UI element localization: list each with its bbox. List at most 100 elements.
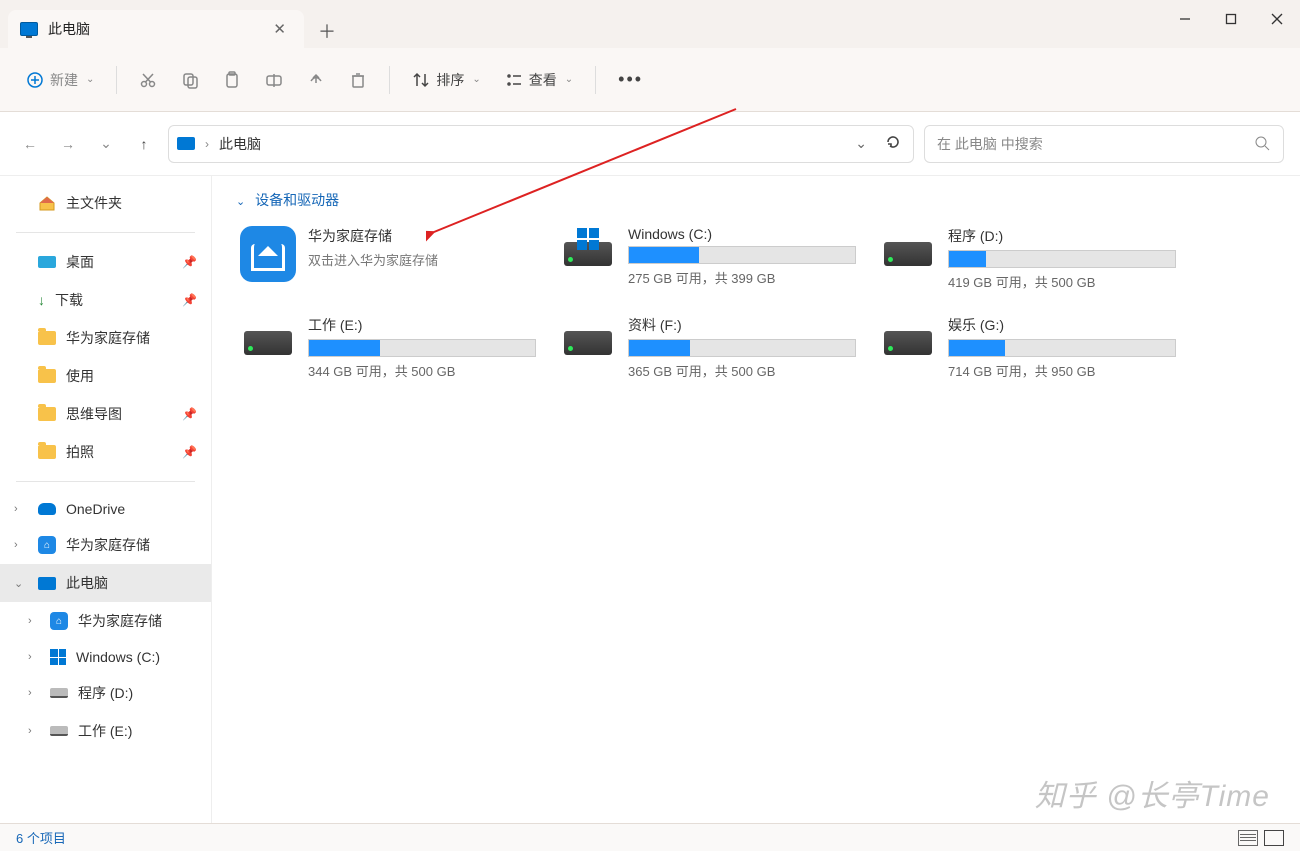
this-pc-icon: [177, 137, 195, 150]
sidebar-item-quick[interactable]: 思维导图 📌: [0, 395, 211, 433]
home-icon: [38, 195, 56, 211]
drive-space-text: 419 GB 可用，共 500 GB: [948, 272, 1176, 291]
up-button[interactable]: ↑: [130, 130, 158, 158]
chevron-down-icon: ⌄: [565, 74, 573, 85]
drive-name: 娱乐 (G:): [948, 315, 1176, 335]
sidebar-item-quick[interactable]: ↓下载📌: [0, 281, 211, 319]
close-window-button[interactable]: [1254, 0, 1300, 38]
view-details-button[interactable]: [1238, 830, 1258, 846]
main-area: 主文件夹 桌面📌↓下载📌华为家庭存储使用思维导图📌拍照📌 ›OneDrive›⌂…: [0, 176, 1300, 823]
sidebar-item-quick[interactable]: 使用: [0, 357, 211, 395]
drive-item[interactable]: Windows (C:)275 GB 可用，共 399 GB: [556, 222, 876, 295]
sidebar-item-home[interactable]: 主文件夹: [0, 184, 211, 222]
back-button[interactable]: ←: [16, 130, 44, 158]
huawei-storage-icon: ⌂: [38, 536, 56, 554]
sidebar-item-quick[interactable]: 桌面📌: [0, 243, 211, 281]
breadcrumb-this-pc[interactable]: 此电脑: [219, 134, 261, 154]
drive-item[interactable]: 娱乐 (G:)714 GB 可用，共 950 GB: [876, 311, 1196, 384]
chevron-down-icon[interactable]: ⌄: [14, 577, 23, 590]
sidebar-item-drive[interactable]: ›程序 (D:): [0, 674, 211, 712]
rename-button[interactable]: [255, 65, 293, 95]
sidebar-divider: [16, 481, 195, 482]
share-icon: [307, 71, 325, 89]
chevron-right-icon[interactable]: ›: [28, 687, 32, 699]
search-icon: [1254, 135, 1271, 152]
paste-button[interactable]: [213, 65, 251, 95]
drive-name: 程序 (D:): [948, 226, 1176, 246]
pin-icon: 📌: [182, 407, 197, 421]
view-icon: [505, 71, 523, 89]
sidebar-label: 下载: [55, 290, 83, 310]
sidebar-item-drive[interactable]: ›⌂华为家庭存储: [0, 602, 211, 640]
sidebar-item-quick[interactable]: 拍照📌: [0, 433, 211, 471]
drive-item[interactable]: 工作 (E:)344 GB 可用，共 500 GB: [236, 311, 556, 384]
tab-title: 此电脑: [48, 19, 257, 39]
drive-name: 华为家庭存储: [308, 226, 536, 246]
address-dropdown[interactable]: ⌄: [851, 131, 871, 156]
window-tab[interactable]: 此电脑 ✕: [8, 10, 304, 48]
drive-item[interactable]: 资料 (F:)365 GB 可用，共 500 GB: [556, 311, 876, 384]
refresh-button[interactable]: [881, 130, 905, 157]
sidebar-label: 华为家庭存储: [66, 535, 150, 555]
address-bar-row: ← → ⌄ ↑ › 此电脑 ⌄ 在 此电脑 中搜索: [0, 112, 1300, 176]
drive-usage-bar: [628, 339, 856, 357]
view-button[interactable]: 查看 ⌄: [495, 64, 583, 96]
drive-item-huawei[interactable]: 华为家庭存储双击进入华为家庭存储: [236, 222, 556, 295]
sidebar-item-drive[interactable]: ›Windows (C:): [0, 640, 211, 674]
drive-item[interactable]: 程序 (D:) 419 GB 可用，共 500 GB: [876, 222, 1196, 295]
sidebar-label: 华为家庭存储: [78, 611, 162, 631]
view-large-icons-button[interactable]: [1264, 830, 1284, 846]
this-pc-icon: [38, 577, 56, 590]
chevron-down-icon: ⌄: [86, 74, 94, 85]
new-label: 新建: [50, 70, 78, 90]
minimize-button[interactable]: [1162, 0, 1208, 38]
new-button[interactable]: 新建 ⌄: [16, 64, 104, 96]
drive-usage-bar: [628, 246, 856, 264]
section-header-devices[interactable]: ⌄ 设备和驱动器: [236, 190, 1276, 210]
chevron-right-icon[interactable]: ›: [14, 539, 18, 551]
section-header-label: 设备和驱动器: [255, 192, 339, 208]
chevron-right-icon[interactable]: ›: [28, 615, 32, 627]
disk-icon: [560, 226, 616, 282]
delete-button[interactable]: [339, 65, 377, 95]
sidebar-label: 桌面: [66, 252, 94, 272]
sidebar-item-cloud[interactable]: ›OneDrive: [0, 492, 211, 526]
chevron-down-icon: ⌄: [472, 74, 480, 85]
content-pane: ⌄ 设备和驱动器 华为家庭存储双击进入华为家庭存储Windows (C:)275…: [212, 176, 1300, 823]
sidebar-item-quick[interactable]: 华为家庭存储: [0, 319, 211, 357]
sidebar-label: 思维导图: [66, 404, 122, 424]
sort-button[interactable]: 排序 ⌄: [402, 64, 490, 96]
cut-button[interactable]: [129, 65, 167, 95]
chevron-down-icon: ⌄: [236, 195, 245, 208]
status-bar: 6 个项目: [0, 823, 1300, 851]
toolbar-divider: [389, 66, 390, 94]
sidebar-label: 工作 (E:): [78, 721, 132, 741]
new-tab-button[interactable]: ＋: [310, 14, 344, 48]
folder-icon: [38, 407, 56, 421]
chevron-right-icon[interactable]: ›: [28, 725, 32, 737]
disk-icon: [880, 315, 936, 371]
maximize-button[interactable]: [1208, 0, 1254, 38]
titlebar: 此电脑 ✕ ＋: [0, 0, 1300, 48]
recent-button[interactable]: ⌄: [92, 130, 120, 158]
drive-space-text: 344 GB 可用，共 500 GB: [308, 361, 536, 380]
share-button[interactable]: [297, 65, 335, 95]
sidebar-item-drive[interactable]: › 工作 (E:): [0, 712, 211, 750]
sidebar-item-cloud[interactable]: › ⌂ 华为家庭存储: [0, 526, 211, 564]
address-bar[interactable]: › 此电脑 ⌄: [168, 125, 914, 163]
more-button[interactable]: •••: [608, 63, 653, 96]
onedrive-icon: [38, 503, 56, 515]
tab-close-button[interactable]: ✕: [267, 18, 292, 40]
forward-button[interactable]: →: [54, 130, 82, 158]
sidebar-item-this-pc[interactable]: ⌄ 此电脑: [0, 564, 211, 602]
sidebar-label: 华为家庭存储: [66, 328, 150, 348]
copy-button[interactable]: [171, 65, 209, 95]
folder-icon: [38, 331, 56, 345]
desktop-icon: [38, 256, 56, 268]
chevron-right-icon[interactable]: ›: [28, 651, 32, 663]
drive-space-text: 365 GB 可用，共 500 GB: [628, 361, 856, 380]
chevron-right-icon[interactable]: ›: [14, 503, 18, 515]
disk-icon: [880, 226, 936, 282]
search-box[interactable]: 在 此电脑 中搜索: [924, 125, 1284, 163]
drive-usage-bar: [948, 339, 1176, 357]
